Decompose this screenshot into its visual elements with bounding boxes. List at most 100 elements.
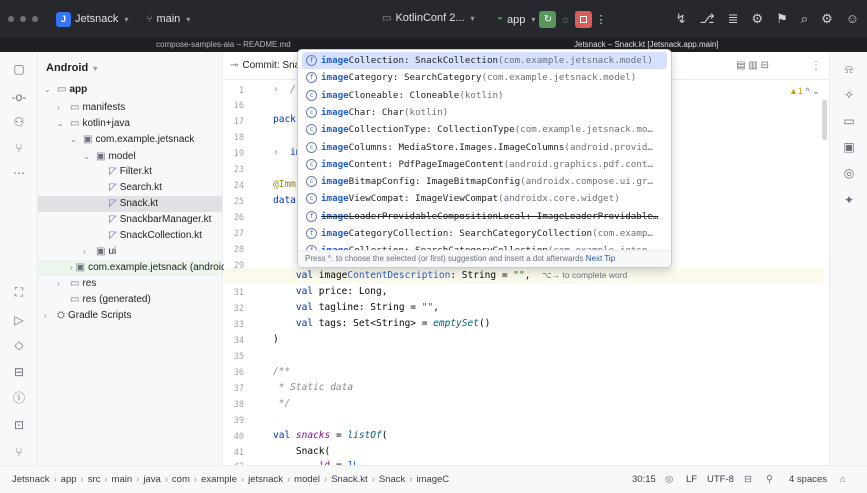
completion-item[interactable]: c imageCloneable: Cloneable (kotlin) — [302, 87, 667, 104]
breadcrumb[interactable]: Jetsnack › app › src › main › java › com › example › j… — [12, 474, 449, 485]
terminal-icon[interactable]: ⊡ — [11, 417, 27, 433]
search-icon[interactable]: ⌕ — [801, 11, 808, 27]
expand-arrow-icon[interactable]: › — [57, 100, 67, 116]
warning-indicator[interactable]: ▲1 ^ ⌄ — [789, 86, 820, 97]
line-separator[interactable]: LF — [686, 474, 697, 485]
breadcrumb-item[interactable]: model — [294, 474, 320, 485]
completion-item[interactable]: c imageViewCompat: ImageViewCompat (andro… — [302, 190, 667, 207]
tree-item[interactable]: ◸ SnackbarManager.kt — [38, 212, 222, 228]
problems-icon[interactable]: ⓘ — [11, 390, 27, 406]
breadcrumb-item[interactable]: com — [172, 474, 190, 485]
expand-arrow-icon[interactable]: ⌄ — [70, 132, 80, 148]
tree-item[interactable]: › ⛭ Gradle Scripts — [38, 308, 222, 324]
commit-icon[interactable]: -o- — [11, 89, 27, 105]
notifications-icon[interactable]: ⍾ — [841, 61, 857, 77]
device-manager-icon[interactable]: ⚙ — [751, 11, 763, 27]
completion-item[interactable]: c imageChar: Char (kotlin) — [302, 104, 667, 121]
tree-item[interactable]: › ▣ ui — [38, 244, 222, 260]
run-configuration[interactable]: ◓ app ▾ ↻ ☼ ⋮ — [495, 11, 607, 28]
tree-item[interactable]: ▭ res (generated) — [38, 292, 222, 308]
lock-icon[interactable]: ⌂ — [840, 474, 846, 485]
commit-tab-label[interactable]: Commit: Sna — [242, 60, 300, 71]
expand-arrow-icon[interactable]: › — [44, 308, 54, 324]
ai-icon[interactable]: ◎ — [665, 474, 673, 485]
completion-item[interactable]: f imageCategory: SearchCategory (com.exam… — [302, 69, 667, 86]
tree-item[interactable]: › ▣ com.example.jetsnack (androidTest) — [38, 260, 248, 276]
expand-arrow-icon[interactable]: ⌄ — [57, 116, 67, 132]
breadcrumb-item[interactable]: example — [201, 474, 237, 485]
editor-scrollbar[interactable] — [822, 100, 827, 140]
tab-readme[interactable]: compose-samples-aia – README.md — [156, 40, 291, 49]
debug-icon[interactable]: ☼ — [560, 14, 570, 26]
completion-item[interactable]: c imageContent: PdfPageImageContent (andr… — [302, 156, 667, 173]
breadcrumb-item[interactable]: main — [112, 474, 133, 485]
breadcrumb-item[interactable]: Snack.kt — [331, 474, 367, 485]
device-manager-icon[interactable]: ▭ — [841, 113, 857, 129]
gemini-icon[interactable]: ✧ — [841, 87, 857, 103]
git-icon[interactable]: ⑂ — [11, 444, 27, 460]
run-icon[interactable]: ▷ — [11, 312, 27, 328]
sync-icon[interactable]: ↯ — [676, 11, 687, 27]
completion-item[interactable]: f imageCollection: SnackCollection (com.e… — [302, 52, 667, 69]
device-selector[interactable]: ▭ KotlinConf 2... ▾ — [380, 12, 475, 24]
tree-item[interactable]: ⌄ ▣ com.example.jetsnack — [38, 132, 222, 148]
tree-item[interactable]: ⌄ ▭ app — [38, 82, 222, 98]
window-controls[interactable] — [8, 16, 38, 22]
tree-item[interactable]: ◸ Snack.kt — [38, 196, 222, 212]
account-icon[interactable]: ☺ — [846, 11, 859, 27]
pull-requests-icon[interactable]: ⑂ — [11, 140, 27, 156]
breadcrumb-item[interactable]: java — [143, 474, 160, 485]
next-tip-link[interactable]: Next Tip — [586, 254, 615, 263]
completion-item[interactable]: f imageCategoryCollection: SearchCategory… — [302, 225, 667, 242]
expand-arrow-icon[interactable]: › — [83, 244, 93, 260]
more-icon[interactable]: ⋯ — [11, 165, 27, 181]
sparkle-icon[interactable]: ✦ — [841, 192, 857, 208]
structure-icon[interactable]: ⚇ — [11, 114, 27, 130]
sdk-icon[interactable]: ⚑ — [776, 11, 788, 27]
rerun-button[interactable]: ↻ — [539, 11, 557, 28]
tree-item[interactable]: ⌄ ▭ kotlin+java — [38, 116, 222, 132]
expand-arrow-icon[interactable]: ⌄ — [44, 82, 54, 98]
build-icon[interactable]: ⛶ — [11, 284, 27, 300]
reader-mode-icon[interactable]: ▤ ▥ ⊟ — [736, 60, 769, 71]
expand-arrow-icon[interactable]: › — [70, 260, 73, 276]
git-icon[interactable]: ⎇ — [700, 11, 715, 27]
services-icon[interactable]: ⊟ — [11, 364, 27, 380]
completion-item[interactable]: c imageColumns: MediaStore.Images.ImageCo… — [302, 139, 667, 156]
folder-icon[interactable]: ▢ — [11, 61, 27, 77]
readonly-icon[interactable]: ⊟ — [744, 474, 752, 485]
tree-item[interactable]: › ▭ res — [38, 276, 222, 292]
stop-button[interactable] — [574, 11, 592, 28]
completion-popup[interactable]: f imageCollection: SnackCollection (com.e… — [297, 49, 672, 268]
breadcrumb-item[interactable]: imageC — [416, 474, 449, 485]
tree-item[interactable]: ⌄ ▣ model — [38, 149, 222, 165]
indent-setting[interactable]: 4 spaces — [789, 474, 827, 485]
tree-item[interactable]: ◸ Search.kt — [38, 180, 222, 196]
breadcrumb-item[interactable]: src — [88, 474, 101, 485]
file-encoding[interactable]: UTF-8 — [707, 474, 734, 485]
project-selector[interactable]: J Jetsnack ▾ — [56, 11, 128, 27]
breadcrumb-item[interactable]: app — [61, 474, 77, 485]
tree-item[interactable]: › ▭ manifests — [38, 100, 222, 116]
completion-item[interactable]: c imageCollectionType: CollectionType (co… — [302, 121, 667, 138]
expand-arrow-icon[interactable]: ⌄ — [83, 149, 93, 165]
breadcrumb-item[interactable]: jetsnack — [248, 474, 283, 485]
running-devices-icon[interactable]: ▣ — [841, 139, 857, 155]
more-icon[interactable]: ⋮ — [811, 60, 821, 71]
tree-item[interactable]: ◸ SnackCollection.kt — [38, 228, 222, 244]
tab-snack[interactable]: Jetsnack – Snack.kt [Jetsnack.app.main] — [574, 40, 719, 49]
pin-icon[interactable]: ⚲ — [766, 474, 773, 485]
caret-position[interactable]: 30:15 — [632, 474, 656, 485]
gem-icon[interactable]: ◇ — [11, 337, 27, 353]
completion-item[interactable]: c imageBitmapConfig: ImageBitmapConfig (a… — [302, 173, 667, 190]
settings-icon[interactable]: ⚙ — [821, 11, 833, 27]
project-view-selector[interactable]: Android ▾ — [46, 62, 97, 74]
expand-arrow-icon[interactable]: › — [57, 276, 67, 292]
completion-item[interactable]: f imageLoaderProvidableCompositionLocal: … — [302, 208, 667, 225]
profiler-icon[interactable]: ≣ — [728, 11, 739, 27]
tree-item[interactable]: ◸ Filter.kt — [38, 164, 222, 180]
branch-selector[interactable]: ⑂ main ▾ — [144, 13, 190, 25]
breadcrumb-item[interactable]: Jetsnack — [12, 474, 50, 485]
more-icon[interactable]: ⋮ — [596, 13, 607, 26]
breadcrumb-item[interactable]: Snack — [379, 474, 405, 485]
